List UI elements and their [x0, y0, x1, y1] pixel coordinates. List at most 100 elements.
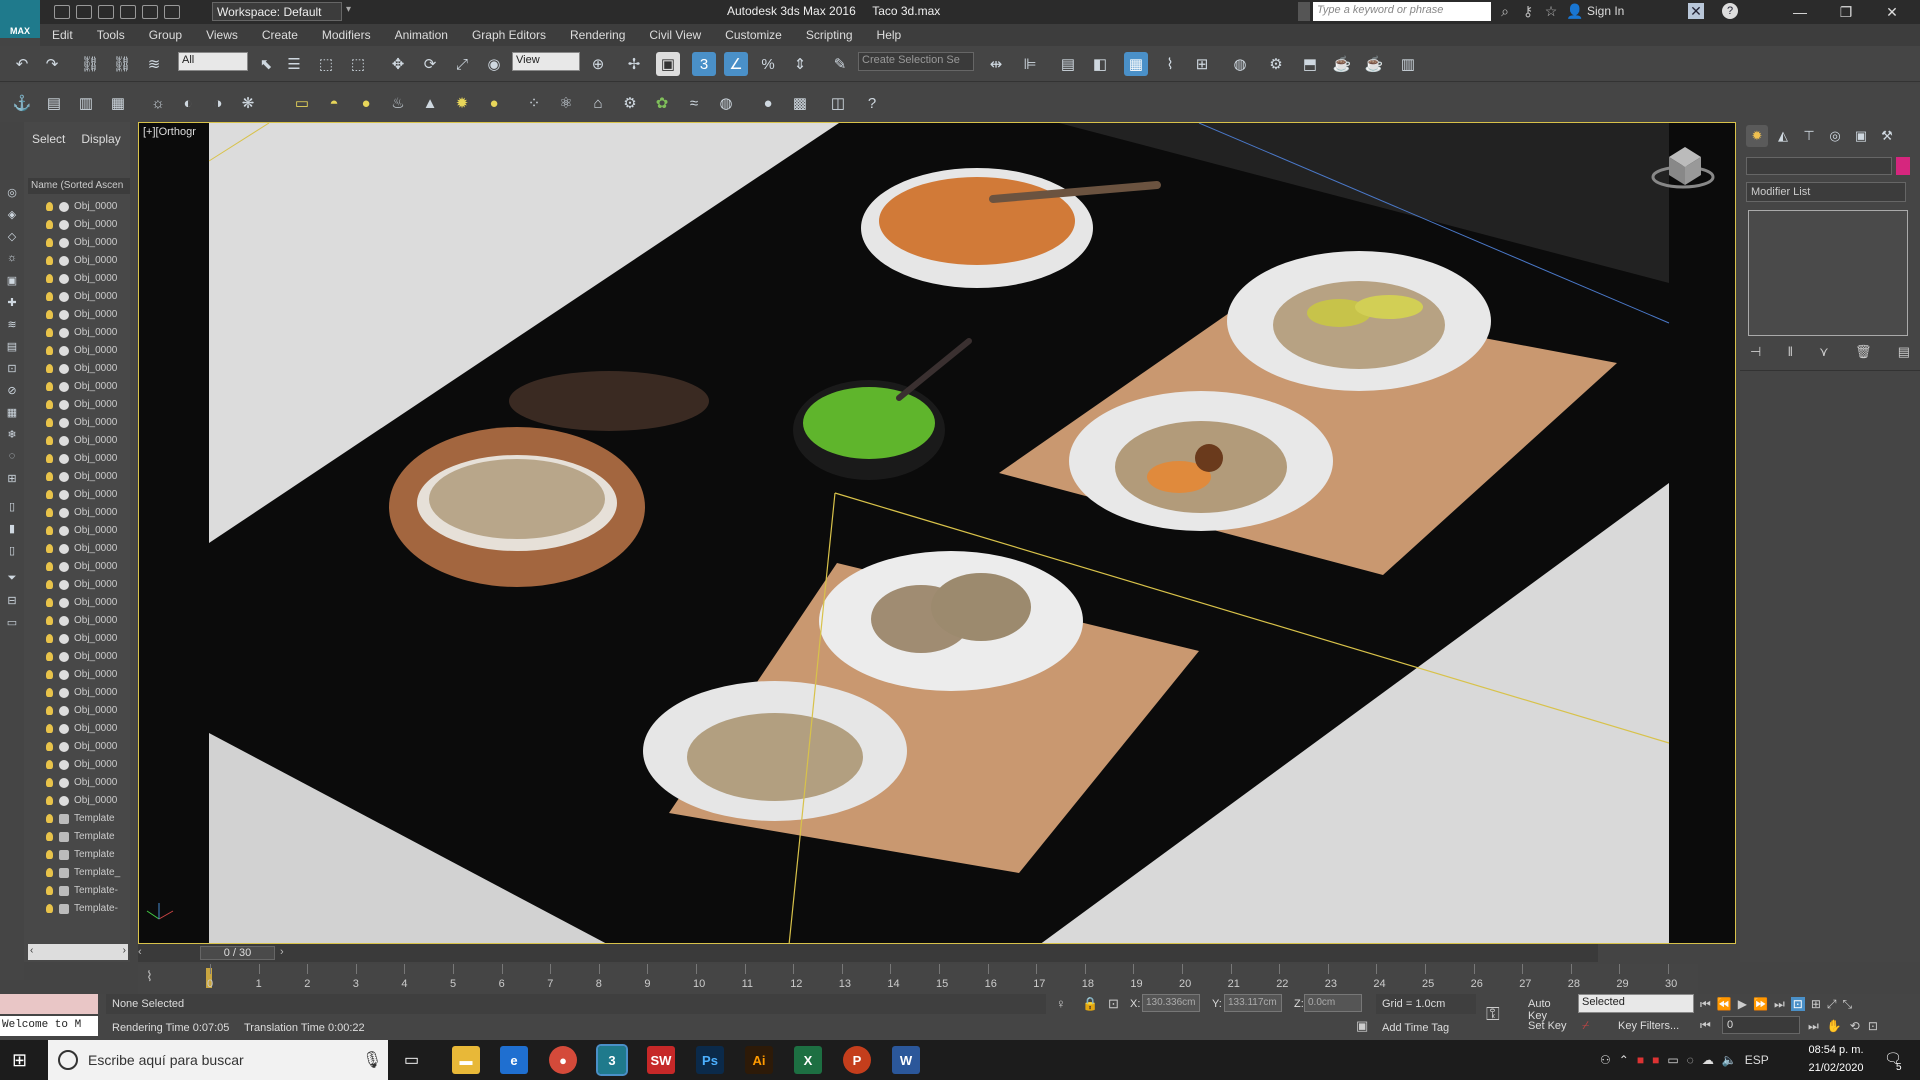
project-folder-icon[interactable] — [164, 5, 180, 19]
edit-named-selection-icon[interactable]: ✎ — [828, 52, 852, 76]
make-unique-icon[interactable]: ⋎ — [1819, 344, 1829, 364]
show-end-result-icon[interactable]: ‖ — [1788, 344, 1793, 364]
light-bulb-icon[interactable] — [46, 508, 53, 517]
sound-icon[interactable]: ◑ — [206, 91, 230, 115]
auto-key-button[interactable]: Auto Key — [1524, 996, 1576, 1022]
curve-editor-icon[interactable]: ⌇ — [1158, 52, 1182, 76]
light-bulb-icon[interactable] — [46, 904, 53, 913]
named-selection-dropdown[interactable]: Create Selection Se — [858, 52, 974, 71]
maxscript-listener-output[interactable] — [0, 994, 98, 1014]
display-lights-icon[interactable]: ☼ — [3, 250, 21, 266]
scroll-left-icon[interactable]: ‹ — [30, 945, 33, 956]
selection-filter-dropdown[interactable]: All — [178, 52, 248, 71]
cloth-icon[interactable]: ⌂ — [586, 91, 610, 115]
set-key-mode-icon[interactable]: ⚿ — [1486, 1004, 1500, 1025]
powerpoint-icon[interactable]: P — [843, 1046, 871, 1074]
menu-customize[interactable]: Customize — [713, 28, 794, 42]
list-item[interactable]: Obj_0000 — [46, 540, 128, 557]
viewport-label[interactable]: [+][Orthogr — [143, 126, 196, 138]
help-icon[interactable]: ? — [1722, 3, 1738, 19]
edge-icon[interactable]: e — [500, 1046, 528, 1074]
keyboard-shortcut-override-icon[interactable]: ▣ — [656, 52, 680, 76]
light-bulb-icon[interactable] — [46, 634, 53, 643]
file-explorer-icon[interactable]: ▬ — [452, 1046, 480, 1074]
light-bulb-icon[interactable] — [46, 796, 53, 805]
list-item[interactable]: Obj_0000 — [46, 234, 128, 251]
percent-snap-icon[interactable]: % — [756, 52, 780, 76]
light-bulb-icon[interactable] — [46, 814, 53, 823]
explorer-options-icon[interactable]: ▭ — [3, 614, 21, 630]
slider-right-arrow-icon[interactable]: › — [280, 946, 292, 960]
isolate-selection-icon[interactable]: ♀ — [1056, 996, 1066, 1011]
excel-icon[interactable]: X — [794, 1046, 822, 1074]
hierarchy-tab-icon[interactable]: ⊤ — [1798, 125, 1820, 147]
list-item[interactable]: Obj_0000 — [46, 432, 128, 449]
time-tag-icon[interactable]: ▣ — [1356, 1018, 1368, 1034]
tray-monitor-icon[interactable]: ▭ — [1667, 1053, 1678, 1067]
light-bulb-icon[interactable] — [46, 544, 53, 553]
display-containers-icon[interactable]: ▦ — [3, 404, 21, 420]
menu-edit[interactable]: Edit — [40, 28, 85, 42]
maximize-viewport-icon[interactable]: ⊡ — [1868, 1019, 1878, 1033]
list-item[interactable]: Template_ — [46, 864, 128, 881]
light-bulb-icon[interactable] — [46, 580, 53, 589]
help-circle-icon[interactable]: ? — [860, 91, 884, 115]
container-icon[interactable]: ⚓ — [10, 91, 34, 115]
light-bulb-icon[interactable] — [46, 382, 53, 391]
viewport-orthographic[interactable]: [+][Orthogr — [138, 122, 1736, 944]
viewport-layout-icon[interactable]: ◫ — [826, 91, 850, 115]
light-bulb-icon[interactable] — [46, 598, 53, 607]
key-mode-dropdown[interactable]: Selected — [1578, 994, 1694, 1013]
new-file-icon[interactable] — [54, 5, 70, 19]
time-configuration-icon[interactable]: ⏭ — [1808, 1019, 1819, 1034]
exchange-icon[interactable]: ✕ — [1688, 3, 1704, 19]
light-bulb-icon[interactable] — [46, 418, 53, 427]
teapot-icon[interactable]: ♨ — [386, 91, 410, 115]
menu-views[interactable]: Views — [194, 28, 250, 42]
display-shapes-icon[interactable]: ◇ — [3, 228, 21, 244]
open-file-icon[interactable] — [76, 5, 92, 19]
layer-icon[interactable]: ▤ — [42, 91, 66, 115]
tray-adobe-icon[interactable]: ■ — [1652, 1053, 1659, 1067]
task-view-icon[interactable]: ▭ — [404, 1050, 419, 1070]
light-bulb-icon[interactable] — [46, 454, 53, 463]
word-icon[interactable]: W — [892, 1046, 920, 1074]
scroll-right-icon[interactable]: › — [123, 945, 126, 956]
hemisphere-icon[interactable]: ◓ — [322, 91, 346, 115]
column-header-name[interactable]: Name (Sorted Ascen — [28, 178, 130, 194]
light-bulb-icon[interactable] — [46, 832, 53, 841]
time-slider-thumb[interactable]: 0 / 30 — [200, 946, 275, 960]
select-and-link-icon[interactable]: ⛓ — [78, 52, 102, 76]
light-bulb-icon[interactable] — [46, 850, 53, 859]
menu-graph-editors[interactable]: Graph Editors — [460, 28, 558, 42]
list-item[interactable]: Obj_0000 — [46, 504, 128, 521]
list-item[interactable]: Template- — [46, 882, 128, 899]
layer-filter-icon[interactable]: ⊟ — [3, 592, 21, 608]
light-lister-icon[interactable]: ☼ — [146, 91, 170, 115]
pin-stack-icon[interactable]: ⊣ — [1750, 344, 1761, 364]
z-coord-field[interactable]: 0.0cm — [1304, 994, 1362, 1012]
list-item[interactable]: Obj_0000 — [46, 648, 128, 665]
list-item[interactable]: Obj_0000 — [46, 792, 128, 809]
next-frame-icon[interactable]: ⏩ — [1753, 997, 1768, 1011]
rectangular-selection-icon[interactable]: ⬚ — [314, 52, 338, 76]
key-filters-button[interactable]: Key Filters... — [1612, 1018, 1694, 1036]
list-item[interactable]: Obj_0000 — [46, 324, 128, 341]
list-item[interactable]: Obj_0000 — [46, 360, 128, 377]
object-color-swatch[interactable] — [1896, 157, 1910, 175]
light-bulb-icon[interactable] — [46, 868, 53, 877]
layer-manager-icon[interactable]: ▥ — [74, 91, 98, 115]
list-item[interactable]: Obj_0000 — [46, 666, 128, 683]
go-to-end-icon[interactable]: ⏭ — [1774, 997, 1785, 1012]
modifier-stack[interactable] — [1748, 210, 1908, 336]
menu-modifiers[interactable]: Modifiers — [310, 28, 383, 42]
curve-editor-mini-icon[interactable]: ⌇ — [146, 968, 170, 988]
list-item[interactable]: Obj_0000 — [46, 486, 128, 503]
list-item[interactable]: Obj_0000 — [46, 558, 128, 575]
list-item[interactable]: Template — [46, 810, 128, 827]
light-bulb-icon[interactable] — [46, 274, 53, 283]
move-icon[interactable]: ✥ — [386, 52, 410, 76]
light-bulb-icon[interactable] — [46, 292, 53, 301]
set-key-button[interactable]: Set Key — [1524, 1018, 1576, 1036]
redo-icon[interactable] — [142, 5, 158, 19]
